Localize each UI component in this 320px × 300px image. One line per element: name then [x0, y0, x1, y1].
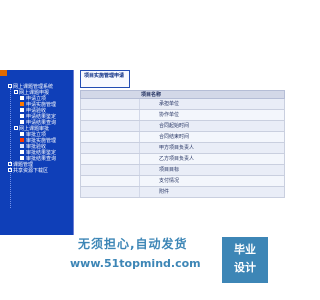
table-row: 协作单位	[80, 110, 285, 121]
table-header-label: 项目名称	[141, 92, 162, 98]
navigation-tree-pane: 网上课题管理系统 网上课题申报 申请立项 申请实施管理 申请验收 申请结果鉴定 申请结果查询…	[0, 70, 73, 235]
page-icon	[20, 150, 24, 154]
table-row: 支付情况	[80, 176, 285, 187]
app-frame: 网上课题管理系统 网上课题申报 申请立项 申请实施管理 申请验收 申请结果鉴定 申请结果查询…	[0, 70, 300, 235]
table-row: 合同结束时间	[80, 132, 285, 143]
expand-collapse-icon	[14, 90, 18, 94]
page-icon	[20, 144, 24, 148]
row-label: 支付情况	[159, 178, 180, 184]
watermark: 无须担心,自动发货 www.51topmind.com 毕业 设计	[70, 235, 300, 300]
watermark-badge-line2: 设计	[234, 261, 256, 274]
watermark-slogan: 无须担心,自动发货	[78, 237, 188, 251]
watermark-badge: 毕业 设计	[222, 237, 268, 283]
tree-item-label: 共享资源下载区	[13, 168, 49, 174]
expand-collapse-icon	[8, 168, 12, 172]
table-row: 合同起始时间	[80, 121, 285, 132]
table-row: 乙方项目负责人	[80, 154, 285, 165]
page-icon	[20, 108, 24, 112]
table-header: 项目名称	[80, 90, 285, 99]
watermark-badge-line1: 毕业	[234, 243, 256, 256]
row-label: 协作单位	[159, 112, 180, 118]
page-icon	[20, 132, 24, 136]
table-row: 项目目标	[80, 165, 285, 176]
row-label: 项目目标	[159, 167, 180, 173]
table-row: 附件	[80, 187, 285, 198]
collapse-handle[interactable]	[0, 70, 7, 76]
page-icon	[20, 156, 24, 160]
row-label: 乙方项目负责人	[159, 156, 195, 162]
page-title: 项目实施管理申请	[80, 70, 130, 88]
expand-collapse-icon	[8, 162, 12, 166]
page-icon	[20, 96, 24, 100]
form-table: 项目名称 承担单位协作单位合同起始时间 合同结束时间 甲方项目负责人 乙方项目负责人项…	[80, 90, 285, 198]
watermark-url: www.51topmind.com	[70, 257, 201, 270]
page-icon	[20, 114, 24, 118]
expand-collapse-icon	[14, 126, 18, 130]
row-label: 承担单位	[159, 101, 180, 107]
row-label: 甲方项目负责人	[159, 145, 195, 151]
main-content: 项目实施管理申请 项目名称 承担单位协作单位合同起始时间 合同结束时间 甲方项目负责…	[73, 70, 300, 235]
row-label: 合同结束时间	[159, 134, 190, 140]
table-row: 甲方项目负责人	[80, 143, 285, 154]
tree-item[interactable]: 共享资源下载区	[8, 168, 73, 174]
page-icon	[20, 120, 24, 124]
row-label: 合同起始时间	[159, 123, 190, 129]
expand-collapse-icon	[8, 84, 12, 88]
page-title-text: 项目实施管理申请	[84, 73, 125, 79]
page-icon	[20, 138, 24, 142]
navigation-tree: 网上课题管理系统 网上课题申报 申请立项 申请实施管理 申请验收 申请结果鉴定 申请结果查询…	[8, 84, 73, 174]
table-body: 承担单位协作单位合同起始时间 合同结束时间 甲方项目负责人 乙方项目负责人 项目目标支付…	[80, 99, 285, 198]
row-label: 附件	[159, 189, 170, 195]
top-blank-area	[0, 0, 300, 62]
page-icon	[20, 102, 24, 106]
table-row: 承担单位	[80, 99, 285, 110]
